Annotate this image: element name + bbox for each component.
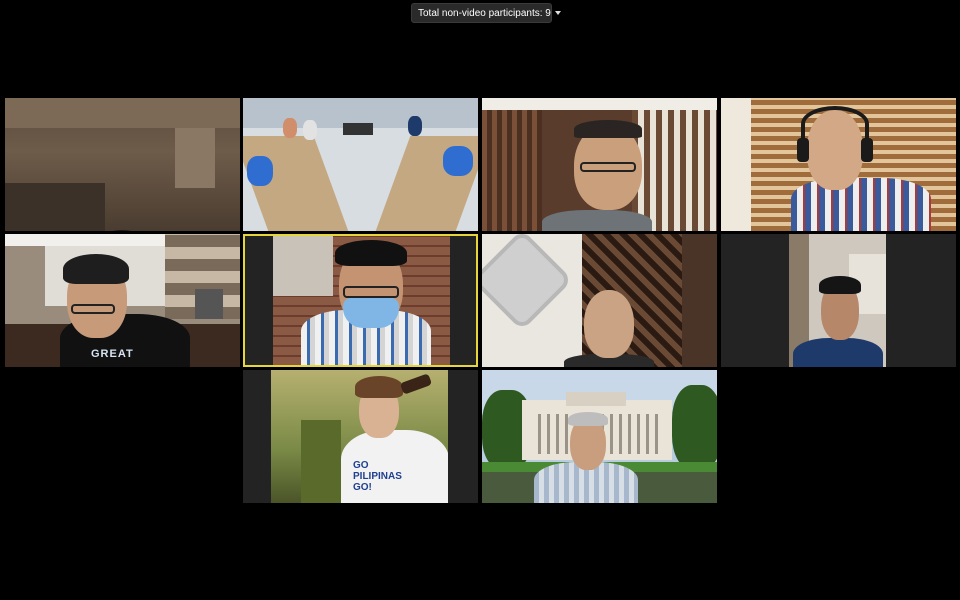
participant-video-tile[interactable]: GREAT (5, 234, 240, 367)
participant-video-tile[interactable] (482, 98, 717, 231)
participant-video: GO PILIPINAS GO! (271, 370, 448, 503)
participant-video: GREAT (5, 234, 240, 367)
active-speaker-tile[interactable] (243, 234, 478, 367)
participant-video (789, 234, 886, 367)
participant-video-tile[interactable] (482, 234, 717, 367)
non-video-participants-label: Total non-video participants: 9 (418, 7, 551, 19)
video-call-window: Total non-video participants: 9 GREAT GO… (0, 0, 960, 600)
participant-video (482, 370, 717, 503)
participant-video (721, 98, 956, 231)
participant-video-tile[interactable] (482, 370, 717, 503)
participant-video (273, 236, 450, 365)
participant-video (5, 98, 240, 231)
participant-video (482, 234, 717, 367)
shirt-text: GO PILIPINAS GO! (353, 460, 402, 493)
participant-video-tile[interactable] (721, 98, 956, 231)
participant-video-tile[interactable] (243, 98, 478, 231)
participant-video-tile[interactable] (721, 234, 956, 367)
participant-video (243, 98, 478, 231)
participant-video (482, 98, 717, 231)
shirt-text: GREAT (91, 348, 134, 360)
participant-video-tile[interactable]: GO PILIPINAS GO! (243, 370, 478, 503)
chevron-down-icon (554, 11, 561, 15)
non-video-participants-dropdown[interactable]: Total non-video participants: 9 (411, 3, 561, 23)
participant-video-tile[interactable] (5, 98, 240, 231)
